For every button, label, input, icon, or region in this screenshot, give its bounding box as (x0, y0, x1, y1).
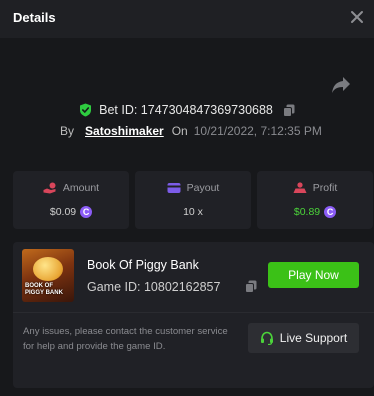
coin-icon: C (324, 206, 337, 218)
payout-label: Payout (186, 182, 220, 194)
game-id: Game ID: 10802162857 (87, 280, 221, 294)
card-icon (167, 183, 181, 193)
shield-check-icon (80, 103, 92, 117)
play-now-button[interactable]: Play Now (268, 262, 359, 288)
live-support-button[interactable]: Live Support (248, 323, 359, 353)
headset-icon (260, 331, 273, 345)
by-label: By (60, 124, 75, 138)
username-link[interactable]: Satoshimaker (85, 124, 164, 138)
live-support-label: Live Support (279, 331, 348, 345)
piggy-icon (33, 257, 63, 281)
modal-title: Details (13, 10, 56, 25)
divider (13, 312, 374, 313)
bet-id-row: Bet ID: 1747304847369730688 (0, 100, 374, 120)
hand-coin-icon (43, 182, 56, 194)
bet-stats: Amount $0.09 C Payout 10 x Profit $0.89 … (13, 171, 374, 229)
modal-header: Details (0, 0, 374, 38)
on-label: On (171, 124, 188, 138)
profit-value: $0.89 (293, 206, 321, 218)
game-thumbnail[interactable]: BOOK OF PIGGY BANK (22, 249, 74, 302)
profit-card: Profit $0.89 C (257, 171, 373, 229)
payout-card: Payout 10 x (135, 171, 251, 229)
bet-date: 10/21/2022, 7:12:35 PM (193, 124, 322, 138)
profit-label: Profit (312, 182, 338, 194)
bet-details-modal: Details Bet ID: 1747304847369730688 By S… (0, 0, 374, 396)
coin-icon: C (80, 206, 93, 218)
amount-card: Amount $0.09 C (13, 171, 129, 229)
thumbnail-title: BOOK OF PIGGY BANK (25, 283, 63, 296)
copy-icon[interactable] (245, 280, 257, 293)
amount-label: Amount (62, 182, 100, 194)
copy-icon[interactable] (282, 104, 295, 117)
bet-id-text: Bet ID: 1747304847369730688 (99, 103, 273, 117)
amount-value: $0.09 (49, 206, 77, 218)
bet-byline: By Satoshimaker On 10/21/2022, 7:12:35 P… (60, 122, 322, 140)
profit-icon (293, 182, 307, 193)
game-name: Book Of Piggy Bank (87, 258, 199, 272)
game-panel: BOOK OF PIGGY BANK Book Of Piggy Bank Ga… (13, 242, 374, 388)
share-icon[interactable] (331, 76, 351, 94)
close-icon[interactable] (350, 10, 364, 24)
payout-value: 10 x (183, 206, 203, 218)
support-notice: Any issues, please contact the customer … (23, 326, 228, 352)
